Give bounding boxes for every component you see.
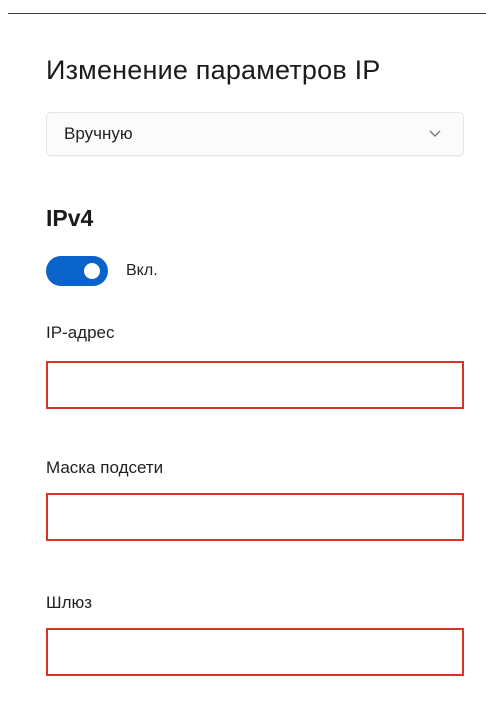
chevron-down-icon	[429, 130, 441, 137]
page-title: Изменение параметров IP	[46, 55, 381, 85]
ip-mode-selected-value: Вручную	[64, 124, 133, 143]
gateway-input[interactable]	[46, 628, 464, 676]
ip-mode-dropdown[interactable]: Вручную	[46, 112, 464, 156]
subnet-mask-input[interactable]	[46, 493, 464, 541]
gateway-label: Шлюз	[46, 593, 93, 612]
ipv4-toggle-label: Вкл.	[126, 262, 158, 279]
ipv4-section-title: IPv4	[46, 205, 94, 231]
subnet-mask-label: Маска подсети	[46, 458, 164, 477]
toggle-knob	[84, 263, 100, 279]
ipv4-toggle-switch[interactable]	[46, 256, 108, 286]
edit-ip-settings-panel: Изменение параметров IP Вручную IPv4 Вкл…	[0, 0, 486, 716]
ip-address-label: IP-адрес	[46, 323, 115, 342]
top-divider	[8, 13, 486, 14]
ip-address-input[interactable]	[46, 361, 464, 409]
